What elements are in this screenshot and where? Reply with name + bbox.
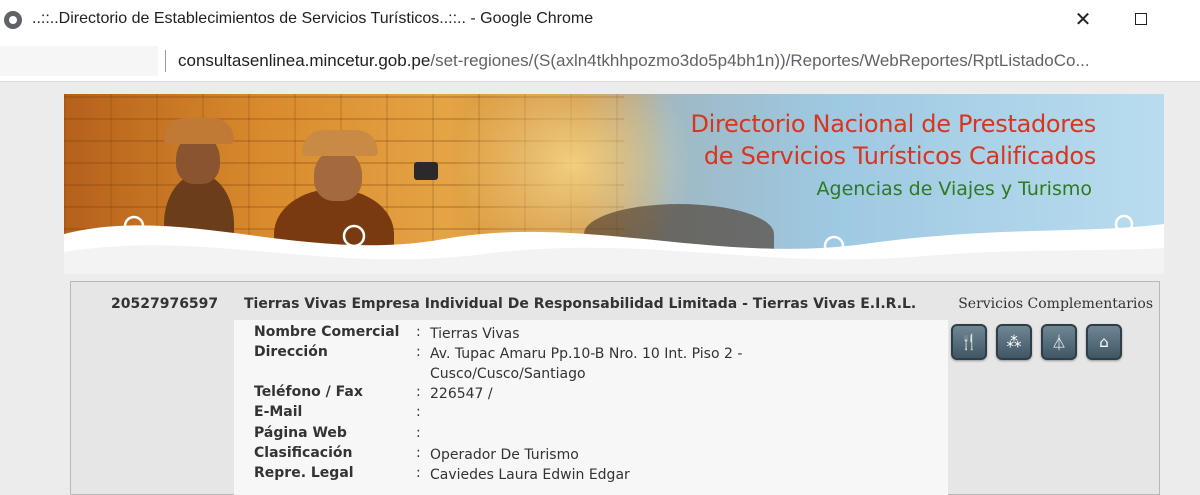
- window-titlebar: ..::..Directorio de Establecimientos de …: [0, 0, 1200, 40]
- address-bar[interactable]: consultasenlinea.mincetur.gob.pe/set-reg…: [0, 40, 1200, 82]
- restaurant-icon: 🍴: [959, 333, 979, 351]
- tourist-man-head: [314, 149, 362, 201]
- glass-icon: ⏃: [1051, 333, 1067, 352]
- field-label: Clasificación: [254, 445, 353, 461]
- field-value: 226547 /: [430, 386, 493, 402]
- page-content: Directorio Nacional de Prestadores de Se…: [0, 82, 1200, 495]
- chrome-logo-icon: [4, 11, 22, 29]
- group-icon: ⁂: [1006, 333, 1022, 351]
- field-label: Repre. Legal: [254, 465, 354, 481]
- field-colon: :: [416, 465, 421, 481]
- field-value: Av. Tupac Amaru Pp.10-B Nro. 10 Int. Pis…: [430, 346, 743, 382]
- company-name: Tierras Vivas Empresa Individual De Resp…: [244, 296, 917, 312]
- banner-title-line2: de Servicios Turísticos Calificados: [703, 142, 1096, 170]
- banner-subtitle: Agencias de Viajes y Turismo: [816, 178, 1092, 200]
- minimize-icon: ✕: [1074, 7, 1092, 31]
- field-value: Operador De Turismo: [430, 447, 579, 463]
- url-host: consultasenlinea.mincetur.gob.pe: [178, 51, 431, 70]
- minimize-button[interactable]: ✕: [1060, 4, 1106, 34]
- ruc-number: 20527976597: [111, 296, 219, 312]
- service-group-button[interactable]: ⁂: [996, 324, 1032, 360]
- field-colon: :: [416, 324, 421, 340]
- header-banner: Directorio Nacional de Prestadores de Se…: [64, 94, 1164, 274]
- service-glass-button[interactable]: ⏃: [1041, 324, 1077, 360]
- establishment-record: 20527976597 Tierras Vivas Empresa Indivi…: [70, 281, 1160, 495]
- field-label: E-Mail: [254, 404, 303, 420]
- details-panel: Nombre Comercial : Tierras Vivas Direcci…: [234, 320, 948, 495]
- window-title: ..::..Directorio de Establecimientos de …: [32, 10, 594, 27]
- field-label: Dirección: [254, 344, 328, 360]
- home-icon: ⌂: [1099, 333, 1109, 351]
- field-colon: :: [416, 344, 421, 360]
- maximize-button[interactable]: [1118, 4, 1164, 34]
- camera-image: [414, 162, 438, 180]
- field-label: Nombre Comercial: [254, 324, 400, 340]
- field-colon: :: [416, 384, 421, 400]
- service-icons: 🍴 ⁂ ⏃ ⌂: [951, 324, 1122, 360]
- service-home-button[interactable]: ⌂: [1086, 324, 1122, 360]
- banner-title-line1: Directorio Nacional de Prestadores: [690, 110, 1096, 138]
- site-info-area: [0, 46, 158, 76]
- field-label: Teléfono / Fax: [254, 384, 363, 400]
- field-colon: :: [416, 425, 421, 441]
- field-colon: :: [416, 404, 421, 420]
- tourist-woman-hat: [164, 118, 234, 144]
- url-text[interactable]: consultasenlinea.mincetur.gob.pe/set-reg…: [178, 51, 1090, 71]
- maximize-icon: [1135, 13, 1147, 25]
- url-path: /set-regiones/(S(axln4tkhhpozmo3do5p4bh1…: [430, 51, 1090, 70]
- field-colon: :: [416, 445, 421, 461]
- services-heading: Servicios Complementarios: [958, 296, 1153, 312]
- tourist-man-hat: [302, 130, 378, 156]
- field-value: Caviedes Laura Edwin Edgar: [430, 467, 630, 483]
- banner-wave-decoration: [64, 214, 1164, 274]
- service-restaurant-button[interactable]: 🍴: [951, 324, 987, 360]
- address-separator: [165, 50, 166, 72]
- field-value: Tierras Vivas: [430, 326, 520, 342]
- field-label: Página Web: [254, 425, 347, 441]
